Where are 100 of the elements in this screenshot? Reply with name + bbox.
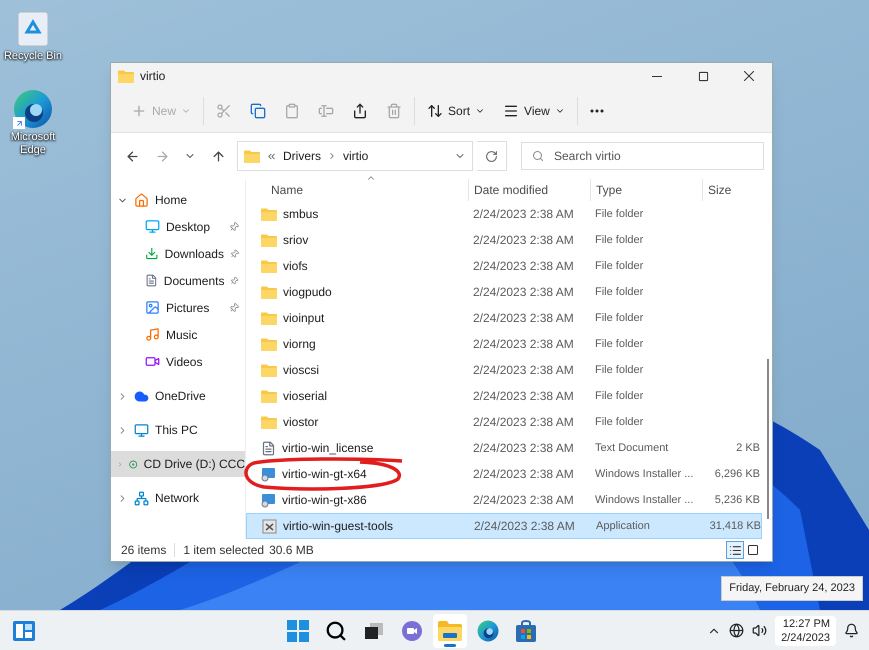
column-header[interactable]: Size (702, 179, 760, 201)
date-cell-text: 2/24/2023 2:38 AM (473, 518, 576, 535)
cut-icon (216, 102, 232, 118)
folder-icon (261, 234, 277, 246)
details-view-button[interactable] (726, 541, 744, 559)
window-title: virtio (140, 68, 166, 85)
sort-icon (427, 102, 444, 118)
nav-label: CD Drive (D:) CCC (144, 456, 245, 473)
nav-item[interactable]: Pictures (111, 294, 245, 321)
file-row[interactable]: virtio-win_license 2/24/2023 2:38 AM Text Document 2 KB (246, 435, 762, 461)
type-cell-text: File folder (594, 284, 644, 300)
close-icon (744, 71, 754, 81)
type-cell-text: Windows Installer ... (594, 466, 694, 482)
search-field[interactable]: Search virtio (521, 142, 764, 170)
file-row[interactable]: vioscsi 2/24/2023 2:38 AM File folder (246, 357, 762, 383)
column-header[interactable]: Name (246, 179, 468, 201)
list-icon (728, 544, 742, 556)
folder-icon (261, 364, 277, 376)
music-icon (145, 327, 160, 342)
file-row[interactable]: viofs 2/24/2023 2:38 AM File folder (246, 253, 762, 279)
file-row[interactable]: viorng 2/24/2023 2:38 AM File folder (246, 331, 762, 357)
file-row[interactable]: virtio-win-gt-x64 2/24/2023 2:38 AM Windows Installer ... 6,296 KB (246, 461, 762, 487)
network-globe-icon[interactable] (729, 623, 744, 638)
file-row[interactable]: virtio-win-gt-x86 2/24/2023 2:38 AM Windows Installer ... 5,236 KB (246, 487, 762, 513)
date-cell-text: 2/24/2023 2:38 AM (472, 466, 575, 483)
file-row[interactable]: smbus 2/24/2023 2:38 AM File folder (246, 201, 762, 227)
sort-button[interactable]: Sort (419, 96, 494, 124)
file-name: vioscsi (283, 362, 320, 379)
nav-item[interactable]: OneDrive (111, 383, 245, 409)
nav-item[interactable]: Home (111, 187, 245, 213)
forward-icon (154, 148, 170, 164)
folder-icon (261, 338, 277, 350)
date-cell-text: 2/24/2023 2:38 AM (472, 258, 575, 275)
nav-item[interactable]: Music (111, 321, 245, 348)
breadcrumb-link[interactable]: Drivers (283, 147, 321, 165)
size-cell-text: 31,418 KB (708, 518, 761, 534)
nav-label: Network (155, 490, 200, 507)
column-header[interactable]: Date modified (468, 179, 590, 201)
refresh-button[interactable] (477, 141, 507, 171)
nav-label: Documents (164, 272, 224, 290)
browser-logo-icon (13, 89, 53, 129)
file-row[interactable]: viostor 2/24/2023 2:38 AM File folder (246, 409, 762, 435)
nav-item[interactable]: Downloads (111, 240, 245, 267)
date-cell-text: 2/24/2023 2:38 AM (472, 362, 575, 379)
search-icon (532, 150, 544, 162)
windows-logo-icon (286, 620, 309, 642)
view-button[interactable]: View (495, 96, 573, 124)
maximize-icon (698, 70, 708, 82)
file-name: vioinput (283, 310, 324, 327)
address-bar[interactable]: Drivers virtio (237, 141, 473, 171)
breadcrumb-link[interactable]: virtio (343, 147, 368, 165)
file-name: viostor (283, 414, 318, 431)
store-bag-icon (516, 620, 536, 642)
type-cell-text: File folder (594, 258, 644, 274)
file-name: virtio-win-guest-tools (283, 518, 394, 535)
nav-label: Home (155, 192, 188, 209)
date-cell-text: 2/24/2023 2:38 AM (472, 440, 575, 457)
folder-icon (244, 150, 260, 162)
search-icon (324, 620, 347, 642)
nav-item[interactable]: CD Drive (D:) CCC (111, 451, 245, 477)
plus-icon (131, 102, 147, 118)
nav-item[interactable]: Network (111, 485, 245, 511)
delete-icon (386, 102, 402, 118)
home-icon (134, 192, 149, 208)
nav-label: Music (166, 326, 198, 344)
vertical-scrollbar[interactable] (767, 359, 769, 519)
file-row[interactable]: virtio-win-guest-tools 2/24/2023 2:38 AM Application 31,418 KB (246, 513, 762, 539)
file-row[interactable]: vioinput 2/24/2023 2:38 AM File folder (246, 305, 762, 331)
nav-item[interactable]: This PC (111, 417, 245, 443)
installer-icon (261, 466, 276, 482)
file-name: viofs (283, 258, 308, 275)
date-cell-text: 2/24/2023 2:38 AM (472, 336, 575, 353)
nav-item[interactable]: Desktop (111, 213, 245, 240)
search-input[interactable]: Search virtio (554, 147, 753, 165)
file-name: smbus (283, 206, 318, 223)
notification-bell-icon[interactable] (844, 623, 859, 638)
file-row[interactable]: vioserial 2/24/2023 2:38 AM File folder (246, 383, 762, 409)
nav-item[interactable]: Documents (111, 267, 245, 294)
widgets-button[interactable] (12, 618, 36, 642)
type-cell-text: Windows Installer ... (594, 492, 694, 508)
document-icon (261, 440, 276, 456)
file-row[interactable]: sriov 2/24/2023 2:38 AM File folder (246, 227, 762, 253)
date-tooltip: Friday, February 24, 2023 (721, 576, 863, 600)
rename-icon (318, 102, 334, 118)
video-icon (145, 354, 160, 369)
volume-icon[interactable] (752, 623, 768, 638)
file-row[interactable]: viogpudo 2/24/2023 2:38 AM File folder (246, 279, 762, 305)
share-icon (352, 102, 368, 118)
nav-item[interactable]: Videos (111, 348, 245, 375)
folder-icon (261, 260, 277, 272)
more-icon (590, 108, 604, 112)
file-name: viorng (283, 336, 316, 353)
nav-label: Downloads (164, 246, 224, 262)
column-header[interactable]: Type (590, 179, 702, 201)
date-cell-text: 2/24/2023 2:38 AM (472, 232, 575, 249)
date-cell-text: 2/24/2023 2:38 AM (472, 414, 575, 431)
back-icon (124, 148, 140, 164)
file-name: vioserial (283, 388, 328, 405)
clock-button[interactable]: 12:27 PM 2/24/2023 (775, 616, 836, 646)
folder-icon (261, 286, 277, 298)
